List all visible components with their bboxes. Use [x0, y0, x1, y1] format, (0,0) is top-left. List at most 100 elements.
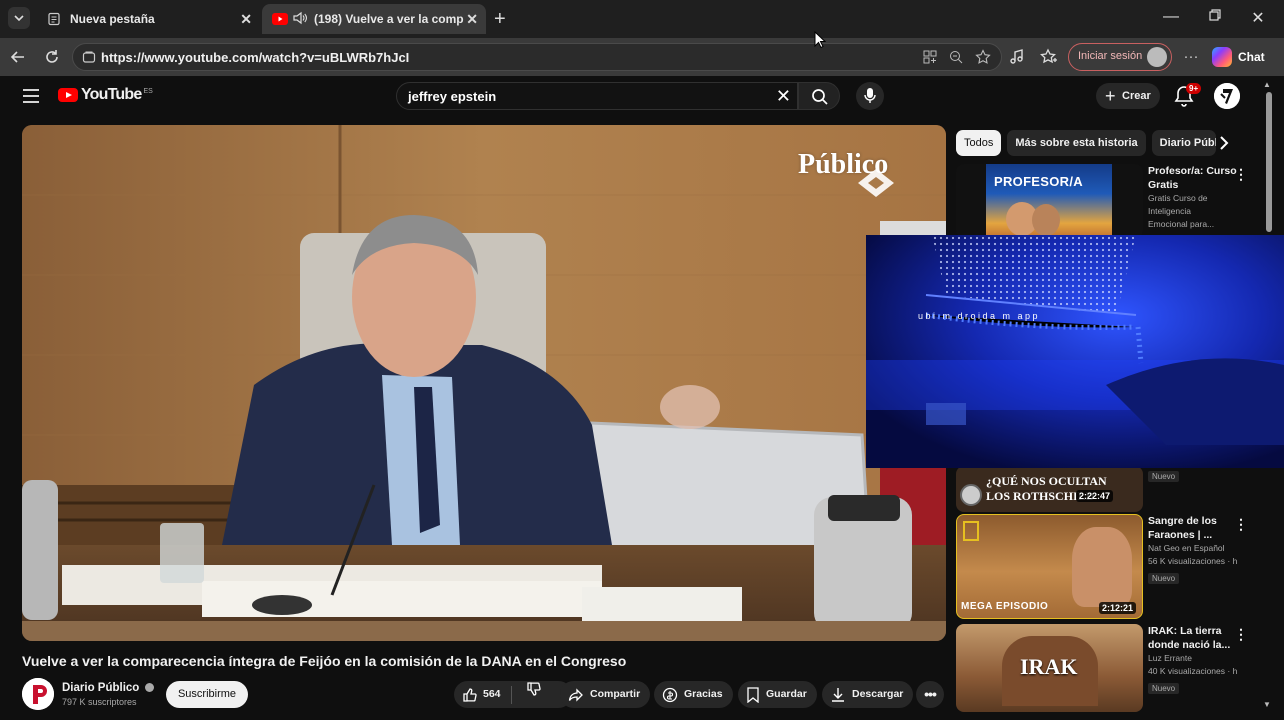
- publico-logo-icon: [852, 165, 898, 201]
- video-frame: [22, 125, 946, 641]
- share-label: Compartir: [590, 688, 641, 700]
- more-actions-button[interactable]: •••: [916, 681, 944, 708]
- thumbs-up-icon: [463, 687, 477, 702]
- youtube-logo[interactable]: YouTube ES: [58, 86, 153, 104]
- floating-video-overlay[interactable]: ubi m droida m app: [866, 235, 1284, 468]
- subscriber-count: 797 K suscriptores: [62, 697, 137, 707]
- close-window-icon[interactable]: ✕: [1243, 8, 1273, 28]
- scroll-down-icon[interactable]: ▼: [1263, 700, 1271, 709]
- microphone-icon: [864, 88, 876, 103]
- scroll-up-icon[interactable]: ▲: [1263, 80, 1271, 89]
- copilot-chat-button[interactable]: Chat: [1212, 45, 1265, 69]
- view-count: 40 K visualizaciones · h: [1148, 666, 1238, 676]
- more-options-icon[interactable]: ⋮: [1234, 626, 1248, 643]
- copilot-icon: [1212, 47, 1232, 67]
- channel-name: Luz Errante: [1148, 653, 1192, 663]
- like-button[interactable]: 564: [462, 681, 501, 708]
- close-tab-icon[interactable]: ✕: [466, 11, 478, 28]
- speaker-icon[interactable]: [292, 11, 308, 28]
- recommendation-item[interactable]: MEGA EPISODIO 2:12:21 Sangre de los Fara…: [956, 514, 1256, 619]
- favorite-star-icon[interactable]: [975, 49, 991, 70]
- dislike-button[interactable]: [526, 681, 542, 708]
- sign-in-button[interactable]: Iniciar sesión: [1068, 43, 1172, 71]
- save-label: Guardar: [766, 688, 807, 700]
- site-info-icon[interactable]: [82, 50, 96, 69]
- search-button[interactable]: [798, 82, 840, 110]
- notification-badge: 9+: [1186, 83, 1202, 94]
- chat-label: Chat: [1238, 50, 1265, 64]
- channel-name[interactable]: Diario Público: [62, 682, 154, 694]
- profile-avatar-icon: [1147, 47, 1167, 67]
- thumbs-down-icon: [526, 682, 541, 696]
- hamburger-menu-icon[interactable]: [22, 88, 40, 109]
- video-duration: 2:12:21: [1098, 602, 1136, 614]
- scrollbar-thumb[interactable]: [1266, 92, 1272, 232]
- sign-in-label: Iniciar sesión: [1078, 50, 1143, 62]
- tab-title: (198) Vuelve a ver la compare: [314, 12, 464, 26]
- channel-name-text: Diario Público: [62, 682, 140, 694]
- back-arrow-icon[interactable]: [9, 48, 27, 66]
- new-badge: Nuevo: [1148, 573, 1180, 584]
- share-button[interactable]: Compartir: [560, 681, 651, 708]
- channel-name: Nat Geo en Español: [1148, 543, 1225, 553]
- video-meta: Gratis Curso de: [1148, 193, 1208, 203]
- chevron-down-icon: [14, 15, 24, 22]
- channel-avatar[interactable]: [22, 678, 54, 710]
- create-button[interactable]: + Crear: [1096, 83, 1160, 109]
- new-tab-plus-icon[interactable]: +: [494, 8, 506, 31]
- recommendation-item[interactable]: IRAK IRAK: La tierra donde nació la... L…: [956, 624, 1256, 714]
- close-tab-icon[interactable]: ✕: [240, 11, 252, 28]
- subscribe-button[interactable]: Suscribirme: [166, 681, 248, 708]
- chip-more-story[interactable]: Más sobre esta historia: [1007, 130, 1146, 156]
- chip-channel[interactable]: Diario Públ: [1151, 130, 1216, 156]
- restore-icon[interactable]: [1200, 8, 1230, 26]
- more-options-icon[interactable]: ⋮: [1234, 166, 1248, 183]
- save-button[interactable]: Guardar: [738, 681, 817, 708]
- thumb-text: PROFESOR/A: [994, 174, 1083, 189]
- video-duration: 2:22:47: [1075, 490, 1113, 502]
- more-menu-icon[interactable]: ···: [1182, 48, 1200, 66]
- search-input[interactable]: jeffrey epstein ✕: [396, 82, 798, 110]
- video-meta: Emocional para...: [1148, 219, 1215, 229]
- browser-tab-strip: Nueva pestaña ✕ (198) Vuelve a ver la co…: [0, 0, 1284, 38]
- video-title: Vuelve a ver la comparecencia íntegra de…: [22, 653, 627, 669]
- chip-all[interactable]: Todos: [956, 130, 1002, 156]
- favorites-icon[interactable]: [1040, 48, 1058, 66]
- media-control-icon[interactable]: [1008, 48, 1026, 66]
- tab-youtube[interactable]: (198) Vuelve a ver la compare ✕: [262, 4, 486, 34]
- voice-search-button[interactable]: [856, 82, 884, 110]
- account-avatar[interactable]: [1214, 83, 1240, 109]
- coin-icon: [960, 484, 982, 506]
- youtube-header: YouTube ES jeffrey epstein ✕ + Crear 9+: [0, 76, 1284, 120]
- natgeo-icon: [963, 521, 979, 541]
- tab-new-tab[interactable]: Nueva pestaña ✕: [36, 4, 260, 34]
- tab-title: Nueva pestaña: [70, 12, 155, 26]
- video-player[interactable]: Público: [22, 125, 946, 641]
- download-button[interactable]: Descargar: [822, 681, 914, 708]
- tab-list-button[interactable]: [8, 7, 30, 29]
- new-badge: Nuevo: [1148, 471, 1180, 482]
- app-install-icon[interactable]: [923, 50, 937, 69]
- like-dislike-group: 564: [454, 681, 572, 708]
- overlay-caption: ubi m droida m app: [918, 311, 1041, 321]
- filter-chips: Todos Más sobre esta historia Diario Púb…: [956, 130, 1216, 156]
- video-title: IRAK: La tierra donde nació la...: [1148, 625, 1231, 651]
- recommendation-item[interactable]: PROFESOR/A Profesor/a: Curso Gratis Grat…: [956, 164, 1256, 238]
- more-options-icon[interactable]: ⋮: [1234, 516, 1248, 533]
- search-icon: [812, 89, 828, 105]
- download-label: Descargar: [852, 688, 904, 700]
- video-thumbnail: PROFESOR/A: [956, 164, 1143, 238]
- verified-icon: [144, 683, 154, 693]
- minimize-icon[interactable]: —: [1156, 8, 1186, 26]
- clear-search-icon[interactable]: ✕: [776, 86, 791, 107]
- view-count: 56 K visualizaciones · h: [1148, 556, 1238, 566]
- zoom-icon[interactable]: [949, 50, 963, 69]
- reload-icon[interactable]: [43, 48, 61, 66]
- thanks-button[interactable]: Gracias: [654, 681, 733, 708]
- video-meta: Inteligencia: [1148, 206, 1192, 216]
- youtube-logo-text: YouTube: [81, 86, 142, 103]
- address-bar[interactable]: https://www.youtube.com/watch?v=uBLWRb7h…: [72, 43, 1002, 71]
- chips-next-icon[interactable]: [1216, 134, 1232, 157]
- recommendation-item[interactable]: ¿QUÉ NOS OCULTAN LOS ROTHSCHILD 2:22:47 …: [956, 466, 1256, 514]
- plus-icon: +: [1105, 86, 1116, 106]
